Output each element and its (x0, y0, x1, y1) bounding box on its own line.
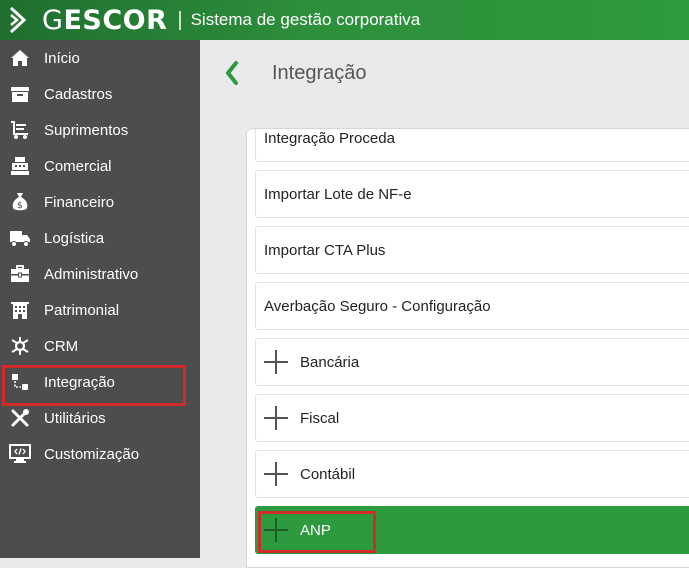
sidebar-item-inicio[interactable]: Início (0, 40, 200, 76)
list-item-contabil[interactable]: Contábil (255, 450, 689, 498)
sidebar-item-label: Customização (44, 445, 140, 463)
sidebar-item-comercial[interactable]: Comercial (0, 148, 200, 184)
sidebar-item-customizacao[interactable]: Customização (0, 436, 200, 472)
brand-first-letter: G (42, 4, 64, 36)
list-item-importar-lote-nfe[interactable]: Importar Lote de NF-e (255, 170, 689, 218)
cart-icon (9, 119, 31, 141)
sidebar-item-crm[interactable]: CRM (0, 328, 200, 364)
money-bag-icon: $ (9, 191, 31, 213)
plus-icon (264, 406, 288, 430)
list-item-integracao-proceda[interactable]: Integração Proceda (255, 129, 689, 162)
sidebar-item-label: Logística (44, 229, 105, 247)
truck-icon (9, 227, 31, 249)
sidebar-item-label: Patrimonial (44, 301, 120, 319)
list-item-label: Bancária (300, 353, 360, 371)
home-icon (9, 47, 31, 69)
code-monitor-icon (9, 443, 31, 465)
gescor-logo-icon (8, 5, 32, 35)
sidebar-item-financeiro[interactable]: $ Financeiro (0, 184, 200, 220)
archive-icon (9, 83, 31, 105)
main-content: Integração Integração Proceda Importar L… (200, 40, 689, 568)
sidebar-item-suprimentos[interactable]: Suprimentos (0, 112, 200, 148)
list-item-label: Importar Lote de NF-e (264, 185, 412, 203)
top-bar: GESCOR | Sistema de gestão corporativa (0, 0, 689, 40)
plus-icon (264, 350, 288, 374)
tools-icon (9, 407, 31, 429)
sidebar-item-administrativo[interactable]: Administrativo (0, 256, 200, 292)
sidebar-item-label: CRM (44, 337, 79, 355)
list-item-averbacao-seguro[interactable]: Averbação Seguro - Configuração (255, 282, 689, 330)
list-item-label: Contábil (300, 465, 356, 483)
list-item-label: ANP (300, 521, 331, 539)
sidebar-item-patrimonial[interactable]: Patrimonial (0, 292, 200, 328)
sidebar-item-label: Comercial (44, 157, 112, 175)
integration-panel: Integração Proceda Importar Lote de NF-e… (246, 128, 689, 568)
sidebar-item-label: Administrativo (44, 265, 139, 283)
list-item-importar-cta-plus[interactable]: Importar CTA Plus (255, 226, 689, 274)
list-item-anp[interactable]: ANP (255, 506, 689, 554)
list-item-label: Integração Proceda (264, 129, 395, 147)
briefcase-icon (9, 263, 31, 285)
page-title: Integração (272, 62, 367, 84)
list-item-label: Importar CTA Plus (264, 241, 386, 259)
list-item-label: Averbação Seguro - Configuração (264, 297, 491, 315)
list-item-bancaria[interactable]: Bancária (255, 338, 689, 386)
list-item-fiscal[interactable]: Fiscal (255, 394, 689, 442)
sidebar-item-label: Suprimentos (44, 121, 129, 139)
svg-text:$: $ (17, 201, 23, 211)
sidebar: Início Cadastros Suprimentos Comercial $… (0, 40, 200, 558)
sidebar-item-label: Utilitários (44, 409, 106, 427)
cash-register-icon (9, 155, 31, 177)
sidebar-item-label: Início (44, 49, 80, 67)
brand-separator: | (177, 8, 183, 31)
list-item-label: Fiscal (300, 409, 340, 427)
building-icon (9, 299, 31, 321)
brand-rest: ESCOR (63, 4, 168, 36)
brand-name: GESCOR (42, 5, 167, 36)
integration-icon (9, 371, 31, 393)
sidebar-item-label: Integração (44, 373, 115, 391)
sidebar-item-utilitarios[interactable]: Utilitários (0, 400, 200, 436)
sidebar-item-logistica[interactable]: Logística (0, 220, 200, 256)
plus-icon (264, 462, 288, 486)
sidebar-item-label: Financeiro (44, 193, 115, 211)
sidebar-item-label: Cadastros (44, 85, 113, 103)
network-icon (9, 335, 31, 357)
sidebar-item-integracao[interactable]: Integração (0, 364, 200, 406)
back-chevron-icon[interactable] (224, 60, 240, 86)
plus-icon (264, 518, 288, 542)
sidebar-item-cadastros[interactable]: Cadastros (0, 76, 200, 112)
brand-subtitle: Sistema de gestão corporativa (190, 10, 421, 29)
